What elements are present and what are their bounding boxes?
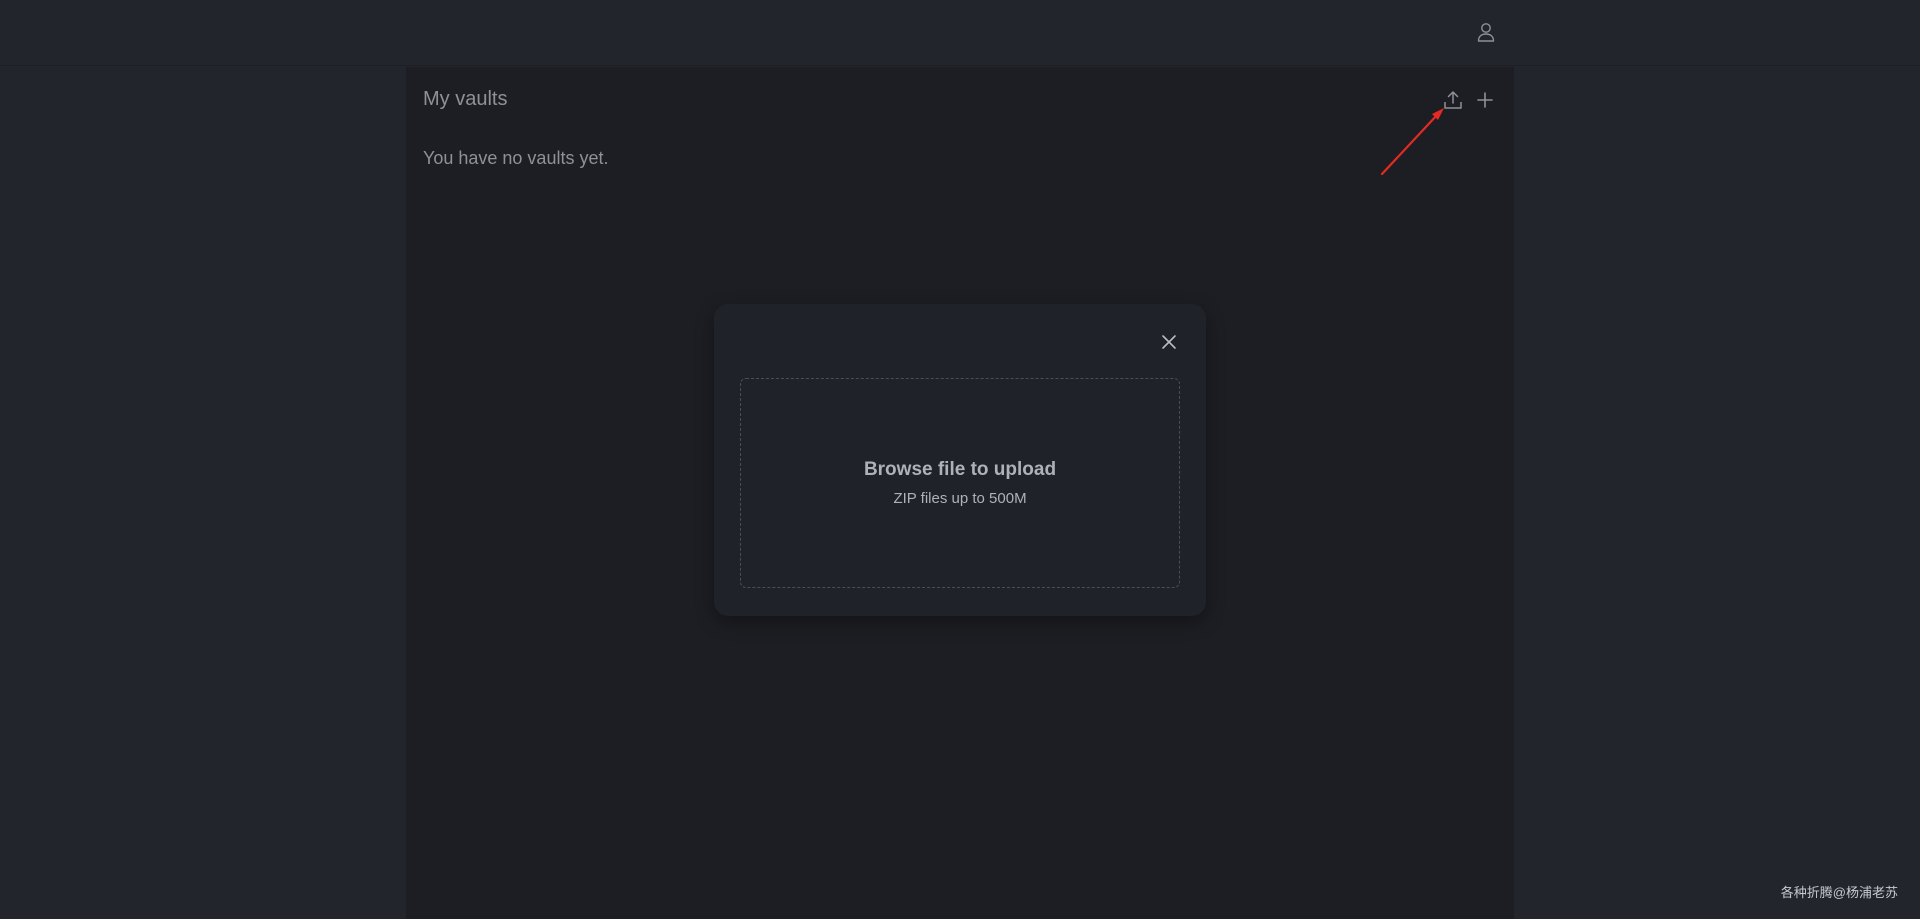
- file-dropzone[interactable]: Browse file to upload ZIP files up to 50…: [740, 378, 1180, 588]
- plus-icon: [1477, 92, 1493, 108]
- close-modal-button[interactable]: [1157, 330, 1181, 354]
- page-title: My vaults: [423, 88, 508, 110]
- add-vault-button[interactable]: [1474, 88, 1496, 112]
- upload-vault-button[interactable]: [1442, 88, 1464, 112]
- user-account-button[interactable]: [1474, 20, 1498, 44]
- empty-state-message: You have no vaults yet.: [423, 148, 609, 168]
- user-icon: [1477, 23, 1495, 42]
- upload-modal: Browse file to upload ZIP files up to 50…: [714, 304, 1206, 616]
- upload-icon: [1444, 91, 1462, 109]
- dropzone-title: Browse file to upload: [863, 459, 1057, 480]
- top-bar: [0, 0, 1920, 66]
- dropzone-subtitle: ZIP files up to 500M: [893, 490, 1027, 507]
- watermark-text: 各种折腾@杨浦老苏: [1780, 885, 1898, 900]
- close-icon: [1162, 335, 1176, 349]
